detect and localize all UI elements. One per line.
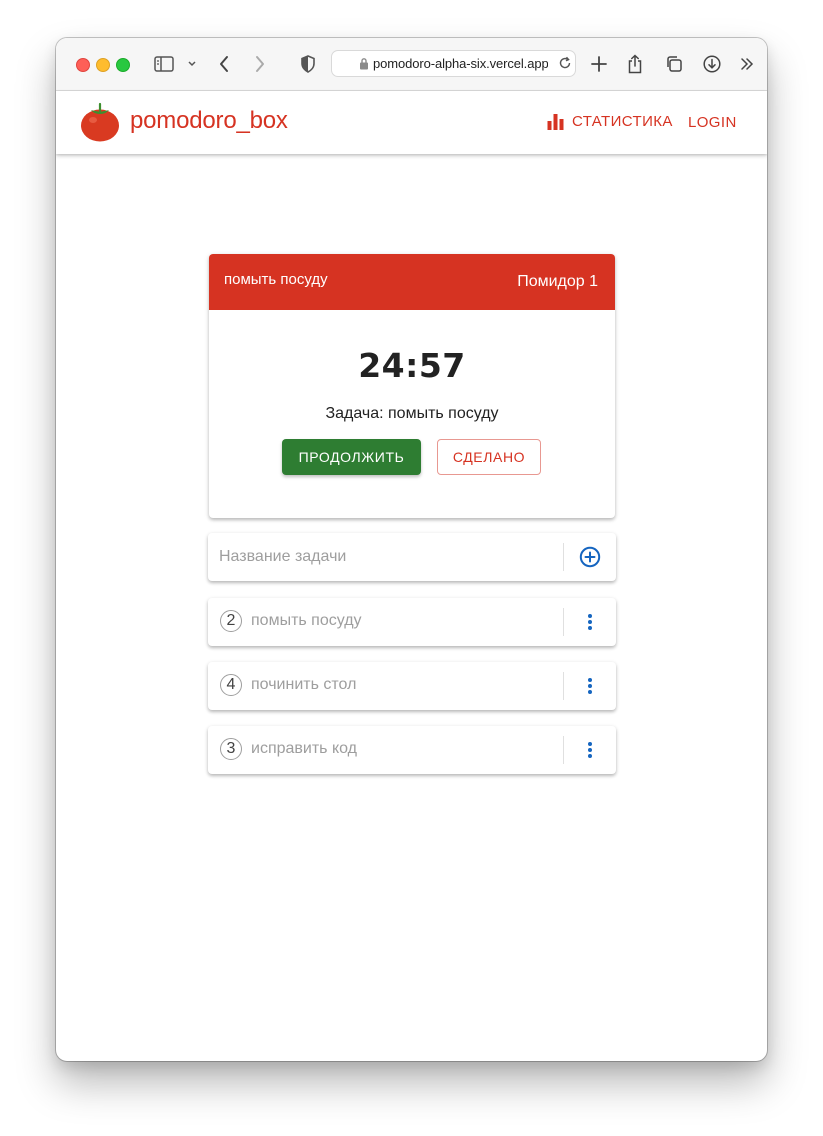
browser-toolbar: pomodoro-alpha-six.vercel.app — [56, 38, 767, 91]
download-icon[interactable] — [700, 52, 724, 76]
pomodoro-round-label: Помидор 1 — [517, 273, 598, 290]
task-name: исправить код — [251, 740, 358, 757]
task-name: помыть посуду — [251, 612, 362, 629]
pomodoro-count-badge: 2 — [220, 610, 242, 632]
divider — [563, 608, 564, 636]
browser-window: pomodoro-alpha-six.vercel.app pomodoro_b… — [56, 38, 767, 1061]
chevron-down-icon[interactable] — [180, 52, 204, 76]
continue-button[interactable]: ПРОДОЛЖИТЬ — [282, 439, 421, 475]
task-name-input[interactable] — [219, 545, 549, 569]
task-list-item[interactable]: 3 исправить код — [208, 726, 616, 774]
divider — [563, 543, 564, 571]
brand-name[interactable]: pomodoro_box — [130, 107, 288, 135]
app-header: pomodoro_box СТАТИСТИКА LOGIN — [56, 91, 767, 154]
login-nav-link[interactable]: LOGIN — [688, 114, 737, 131]
divider — [563, 736, 564, 764]
tomato-logo-icon[interactable] — [80, 101, 120, 148]
pomodoro-timer-card: помыть посуду Помидор 1 24:57 Задача: по… — [209, 254, 615, 518]
stats-nav-label: СТАТИСТИКА — [572, 113, 673, 130]
close-window-button[interactable] — [76, 58, 90, 72]
task-list-item[interactable]: 4 починить стол — [208, 662, 616, 710]
back-arrow-icon[interactable] — [212, 52, 236, 76]
url-text: pomodoro-alpha-six.vercel.app — [373, 56, 548, 71]
more-vert-icon[interactable] — [578, 738, 602, 762]
lock-icon — [359, 57, 369, 75]
add-circle-icon[interactable] — [578, 545, 602, 569]
current-task-line: Задача: помыть посуду — [325, 405, 499, 422]
address-bar[interactable]: pomodoro-alpha-six.vercel.app — [331, 50, 576, 77]
pomodoro-count-badge: 4 — [220, 674, 242, 696]
forward-arrow-icon[interactable] — [248, 52, 272, 76]
current-task-title: помыть посуду — [224, 271, 328, 288]
more-tools-icon[interactable] — [735, 52, 759, 76]
reload-icon[interactable] — [558, 56, 572, 75]
pomodoro-count-badge: 3 — [220, 738, 242, 760]
tab-overview-icon[interactable] — [662, 52, 686, 76]
new-tab-icon[interactable] — [587, 52, 611, 76]
stats-nav-link[interactable]: СТАТИСТИКА — [547, 113, 673, 130]
new-task-form — [208, 533, 616, 581]
countdown-timer: 24:57 — [358, 346, 466, 385]
divider — [563, 672, 564, 700]
bar-chart-icon — [547, 113, 564, 130]
privacy-shield-icon[interactable] — [296, 52, 320, 76]
task-list-item[interactable]: 2 помыть посуду — [208, 598, 616, 646]
zoom-window-button[interactable] — [116, 58, 130, 72]
done-button[interactable]: СДЕЛАНО — [437, 439, 541, 475]
minimize-window-button[interactable] — [96, 58, 110, 72]
more-vert-icon[interactable] — [578, 610, 602, 634]
more-vert-icon[interactable] — [578, 674, 602, 698]
task-name: починить стол — [251, 676, 357, 693]
sidebar-toggle-icon[interactable] — [152, 52, 176, 76]
timer-card-header: помыть посуду Помидор 1 — [209, 254, 615, 310]
share-icon[interactable] — [623, 52, 647, 76]
